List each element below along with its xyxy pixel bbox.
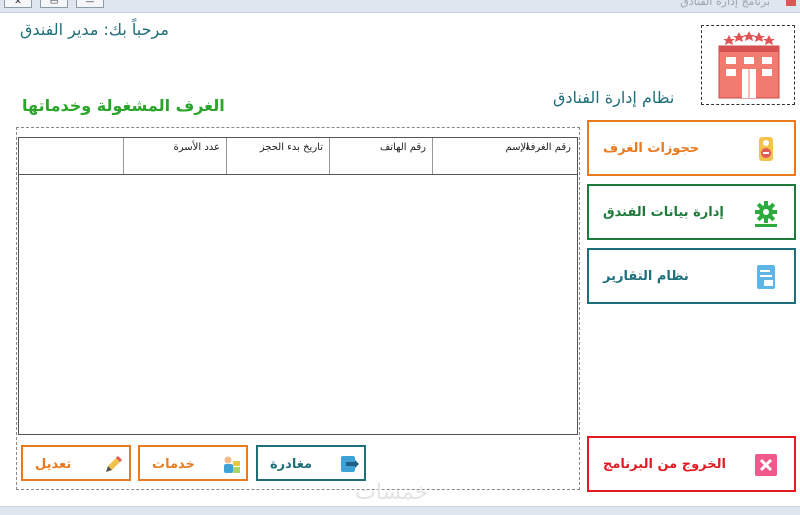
hotel-logo: [701, 25, 795, 105]
column-header-name[interactable]: الإسم: [432, 138, 535, 174]
door-hanger-icon: [759, 137, 773, 161]
watermark: خمسات: [355, 480, 429, 505]
services-button-label: خدمات: [152, 457, 195, 472]
room-bookings-button[interactable]: حجوزات الغرف: [587, 120, 796, 176]
section-title: الغرف المشغولة وخدماتها: [22, 96, 225, 115]
column-header-label: تاريخ بدء الحجز: [259, 142, 323, 153]
gear-icon: [755, 201, 777, 227]
leave-button-label: مغادرة: [270, 457, 313, 472]
reports-label: نظام التقارير: [603, 269, 689, 284]
table-header: رقم الغرفة الإسم رقم الهاتف تاريخ بدء ال…: [19, 138, 577, 175]
services-button[interactable]: خدمات: [138, 445, 248, 481]
hotel-building-icon: [718, 31, 780, 99]
report-document-icon: [757, 265, 775, 289]
close-window-button[interactable]: ✕: [4, 0, 32, 8]
room-bookings-label: حجوزات الغرف: [603, 141, 700, 156]
edit-button[interactable]: تعديل: [21, 445, 131, 481]
column-header-label: الإسم: [505, 142, 529, 153]
occupied-rooms-table[interactable]: رقم الغرفة الإسم رقم الهاتف تاريخ بدء ال…: [18, 137, 578, 435]
system-title: نظام إدارة الفنادق: [553, 88, 675, 107]
pencil-icon: [106, 456, 122, 472]
column-header-booking-start-date[interactable]: تاريخ بدء الحجز: [226, 138, 329, 174]
exit-door-icon: [341, 456, 359, 472]
edit-button-label: تعديل: [35, 457, 72, 472]
exit-program-label: الخروج من البرنامج: [603, 457, 726, 472]
exit-program-button[interactable]: الخروج من البرنامج: [587, 436, 796, 492]
maximize-window-button[interactable]: ▭: [40, 0, 68, 8]
room-service-icon: [224, 456, 240, 473]
column-header-label: عدد الأسرة: [173, 142, 220, 153]
column-header-label: رقم الهاتف: [379, 142, 426, 153]
column-header-phone[interactable]: رقم الهاتف: [329, 138, 432, 174]
reports-button[interactable]: نظام التقارير: [587, 248, 796, 304]
hotel-data-button[interactable]: إدارة بيانات الفندق: [587, 184, 796, 240]
app-icon: [786, 0, 796, 6]
window-titlebar: ✕ ▭ — برنامج إدارة الفنادق: [0, 0, 800, 13]
column-header-bed-count[interactable]: عدد الأسرة: [123, 138, 226, 174]
close-icon: [755, 454, 777, 476]
leave-button[interactable]: مغادرة: [256, 445, 366, 481]
window-title: برنامج إدارة الفنادق: [680, 0, 770, 8]
welcome-label: مرحباً بك: مدير الفندق: [20, 20, 169, 39]
minimize-window-button[interactable]: —: [76, 0, 104, 8]
hotel-data-label: إدارة بيانات الفندق: [603, 205, 724, 220]
